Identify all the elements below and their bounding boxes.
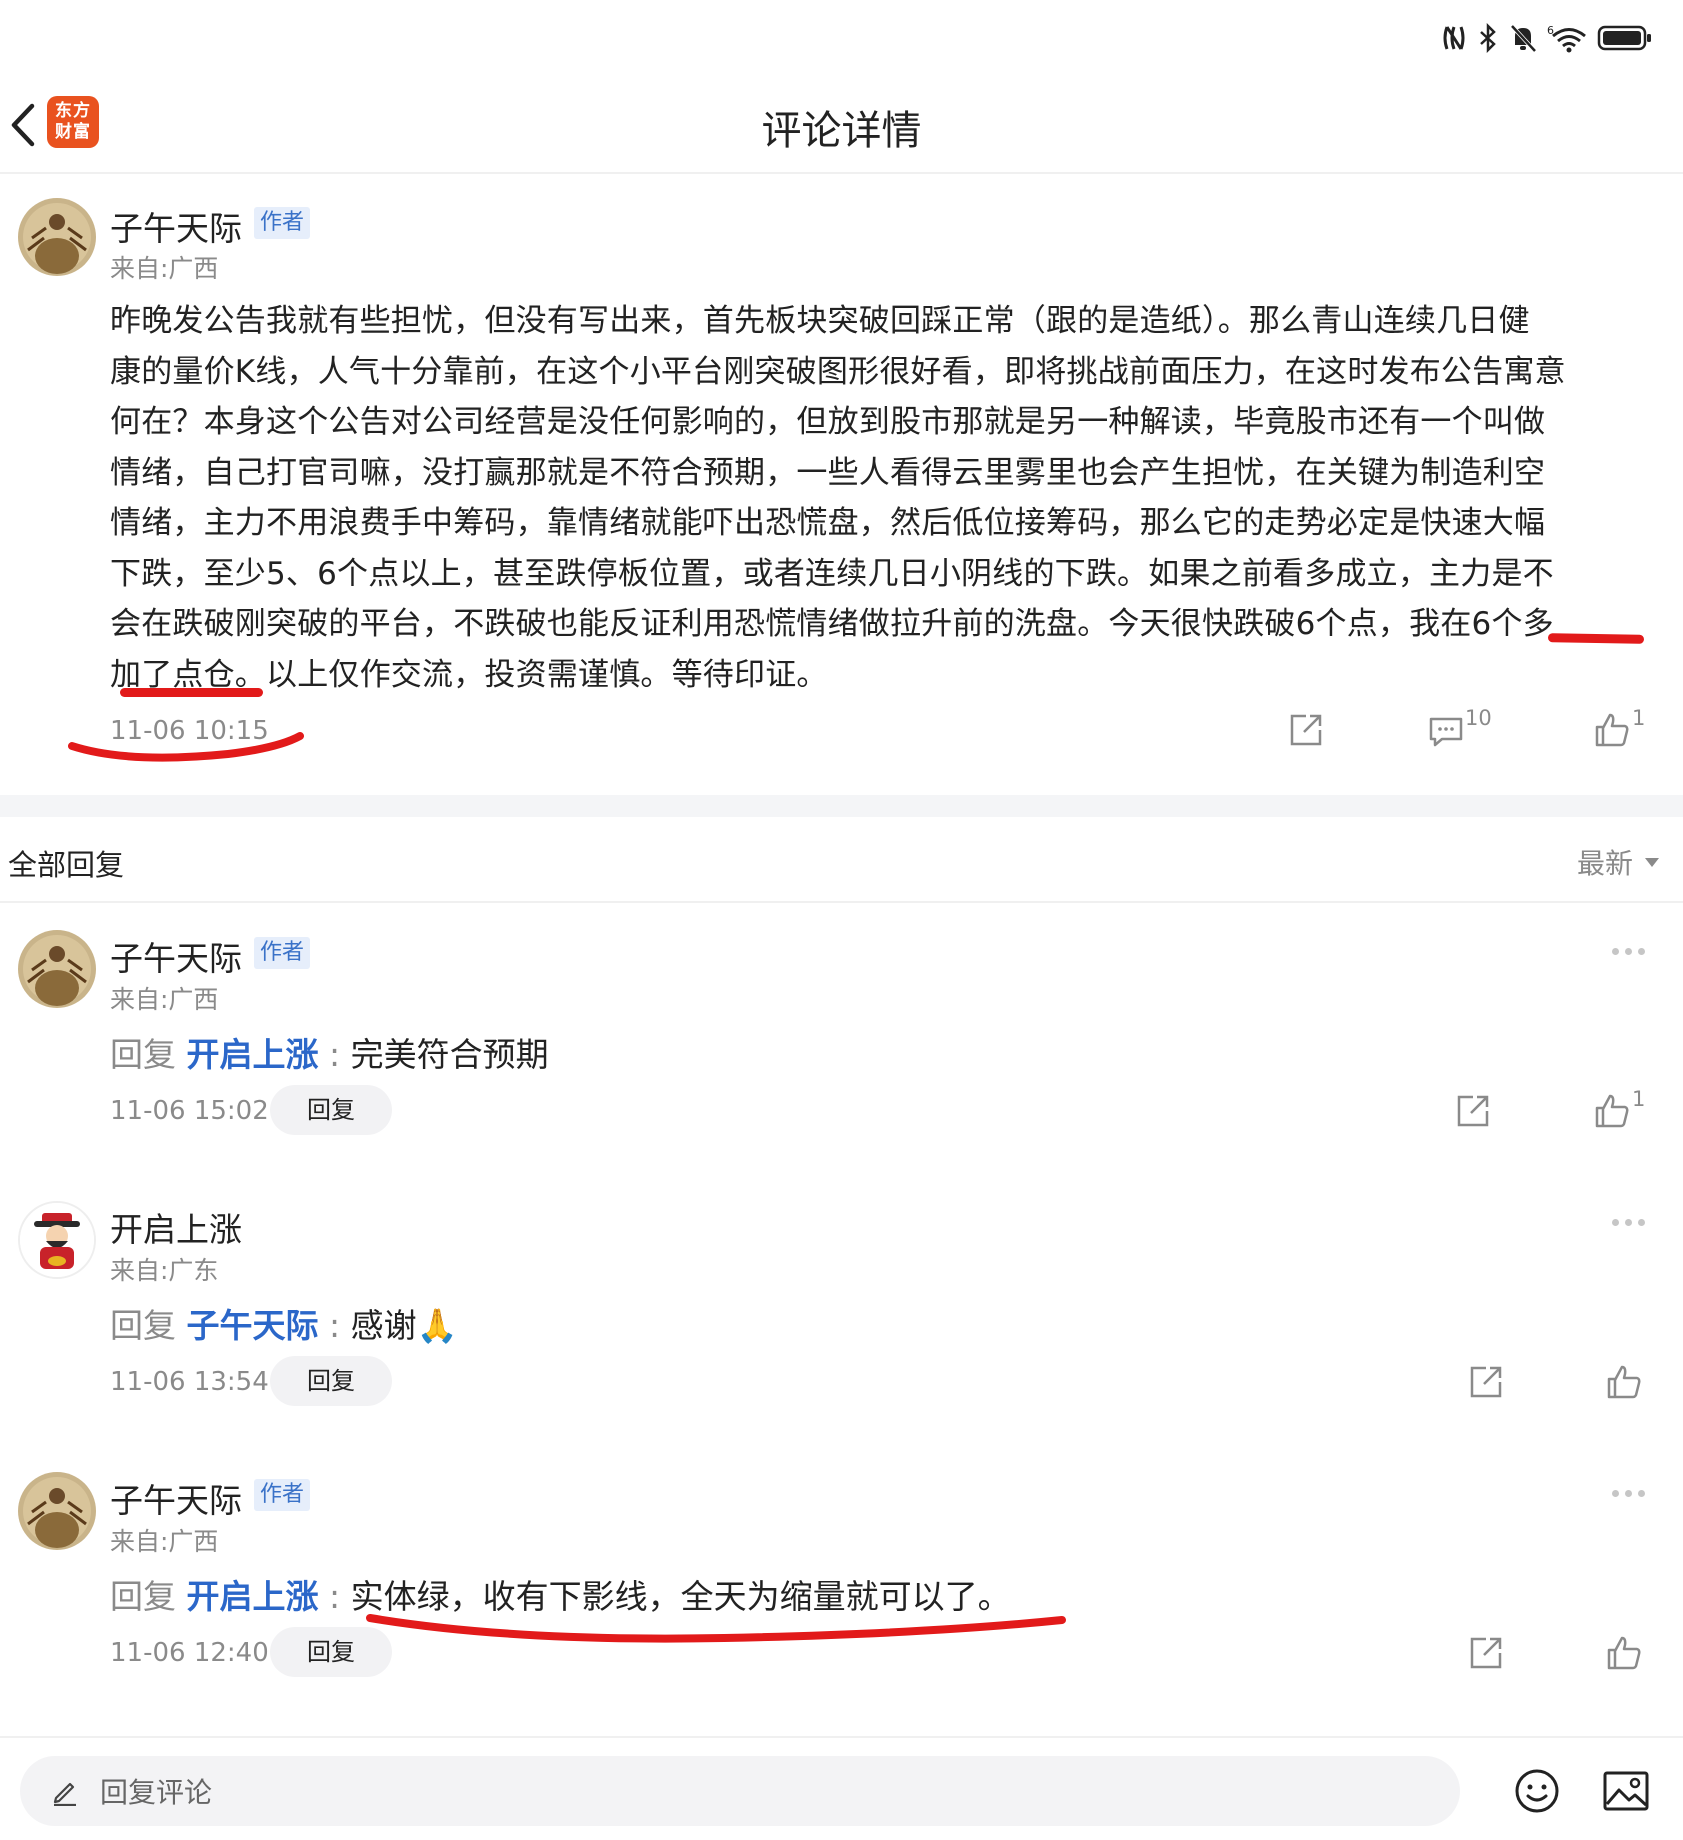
reply-timestamp: 11-06 15:02	[110, 1096, 269, 1126]
buddha-avatar-image	[18, 1472, 96, 1550]
avatar[interactable]	[18, 930, 96, 1008]
reply-input-placeholder: 回复评论	[100, 1776, 213, 1809]
author-location: 来自:广西	[110, 254, 219, 283]
author-badge: 作者	[254, 207, 311, 239]
reply-text: 感谢🙏	[350, 1306, 458, 1345]
post-line: 情绪，主力不用浪费手中筹码，靠情绪就能吓出恐慌盘，然后低位接筹码，那么它的走势必…	[110, 505, 1546, 541]
all-replies-heading: 全部回复	[8, 848, 125, 882]
author-name[interactable]: 子午天际	[110, 1474, 242, 1522]
reply-separator: :	[329, 1035, 341, 1074]
author-badge: 作者	[254, 1479, 311, 1511]
comment-icon[interactable]	[1428, 716, 1464, 748]
reply-target-user[interactable]: 开启上涨	[187, 1035, 319, 1074]
author-name[interactable]: 开启上涨	[110, 1203, 242, 1251]
post-body: 昨晚发公告我就有些担忧，但没有写出来，首先板块突破回踩正常（跟的是造纸）。那么青…	[110, 296, 1655, 700]
reply-button[interactable]: 回复	[270, 1627, 392, 1677]
header-divider	[0, 172, 1683, 174]
author-location: 来自:广西	[110, 1527, 219, 1556]
post-line: 康的量价K线，人气十分靠前，在这个小平台刚突破图形很好看，即将挑战前面压力，在这…	[110, 353, 1566, 390]
reply-prefix: 回复	[110, 1306, 176, 1345]
reply-target-user[interactable]: 子午天际	[187, 1306, 319, 1345]
annotation-underline	[366, 1614, 1066, 1643]
reply-separator: :	[329, 1577, 341, 1616]
bottom-divider	[0, 1736, 1683, 1738]
emoji-icon[interactable]	[1514, 1768, 1560, 1814]
reply-content: 回复 子午天际 : 感谢🙏	[110, 1299, 458, 1347]
share-icon[interactable]	[1468, 1635, 1504, 1671]
sort-dropdown[interactable]: 最新	[1577, 842, 1659, 882]
share-icon[interactable]	[1288, 712, 1324, 748]
more-options-icon[interactable]	[1612, 1219, 1645, 1226]
thumbs-up-icon[interactable]	[1594, 1093, 1630, 1129]
reply-content: 回复 开启上涨 : 完美符合预期	[110, 1028, 549, 1076]
sort-label: 最新	[1576, 847, 1633, 880]
comment-count: 10	[1465, 706, 1492, 730]
nfc-icon	[1443, 26, 1465, 50]
post-line: 加了点仓。以上仅作交流，投资需谨慎。等待印证。	[110, 656, 828, 693]
image-icon[interactable]	[1602, 1770, 1650, 1812]
thumbs-up-icon[interactable]	[1606, 1364, 1642, 1400]
avatar[interactable]	[18, 1201, 96, 1279]
more-options-icon[interactable]	[1612, 1490, 1645, 1497]
page-title: 评论详情	[761, 108, 922, 154]
replies-divider	[0, 901, 1683, 903]
thumbs-up-icon[interactable]	[1606, 1635, 1642, 1671]
reply-button[interactable]: 回复	[270, 1356, 392, 1406]
reply-timestamp: 11-06 13:54	[110, 1367, 269, 1397]
more-options-icon[interactable]	[1612, 948, 1645, 955]
reply-prefix: 回复	[110, 1035, 176, 1074]
post-line: 下跌，至少5、6个点以上，甚至跌停板位置，或者连续几日小阴线的下跌。如果之前看多…	[110, 555, 1554, 592]
fortune-god-avatar-image	[20, 1203, 94, 1277]
post-line: 情绪，自己打官司嘛，没打赢那就是不符合预期，一些人看得云里雾里也会产生担忧，在关…	[110, 454, 1546, 491]
annotation-underline	[1547, 633, 1645, 644]
reply-button[interactable]: 回复	[270, 1085, 392, 1135]
reply-separator: :	[329, 1306, 341, 1345]
share-icon[interactable]	[1455, 1093, 1491, 1129]
author-name[interactable]: 子午天际	[110, 202, 242, 250]
share-icon[interactable]	[1468, 1364, 1504, 1400]
author-badge: 作者	[254, 937, 311, 969]
reply-text: 完美符合预期	[350, 1035, 549, 1074]
author-location: 来自:广西	[110, 985, 219, 1014]
mute-bell-icon	[1510, 24, 1537, 53]
buddha-avatar-image	[18, 198, 96, 276]
annotation-underline	[120, 688, 263, 697]
post-timestamp: 11-06 10:15	[110, 716, 269, 746]
status-bar: 6	[1441, 18, 1653, 58]
post-line: 会在跌破刚突破的平台，不跌破也能反证利用恐慌情绪做拉升前的洗盘。今天很快跌破6个…	[110, 606, 1554, 642]
post-line: 昨晚发公告我就有些担忧，但没有写出来，首先板块突破回踩正常（跟的是造纸）。那么青…	[110, 303, 1530, 339]
reply-prefix: 回复	[110, 1577, 176, 1616]
like-count: 1	[1632, 1087, 1646, 1111]
reply-comment-input[interactable]: 回复评论	[20, 1756, 1460, 1826]
avatar[interactable]	[18, 198, 96, 276]
section-divider	[0, 795, 1683, 817]
battery-icon	[1597, 25, 1651, 51]
reply-timestamp: 11-06 12:40	[110, 1638, 269, 1668]
caret-down-icon	[1645, 857, 1659, 867]
wifi-icon: 6	[1547, 24, 1586, 53]
author-location: 来自:广东	[110, 1256, 219, 1285]
avatar[interactable]	[18, 1472, 96, 1550]
buddha-avatar-image	[18, 930, 96, 1008]
bluetooth-icon	[1480, 23, 1496, 53]
like-count: 1	[1632, 706, 1646, 730]
reply-target-user[interactable]: 开启上涨	[187, 1577, 319, 1616]
post-line: 何在？本身这个公告对公司经营是没任何影响的，但放到股市那就是另一种解读，毕竟股市…	[110, 404, 1546, 440]
pencil-icon	[53, 1782, 76, 1806]
comment-detail-page: 6 东方 财富 评论详情 子午天际 作者 来自:广西 昨晚发公告我就有些担忧，但…	[0, 0, 1683, 1840]
author-name[interactable]: 子午天际	[110, 932, 242, 980]
thumbs-up-icon[interactable]	[1594, 712, 1630, 748]
